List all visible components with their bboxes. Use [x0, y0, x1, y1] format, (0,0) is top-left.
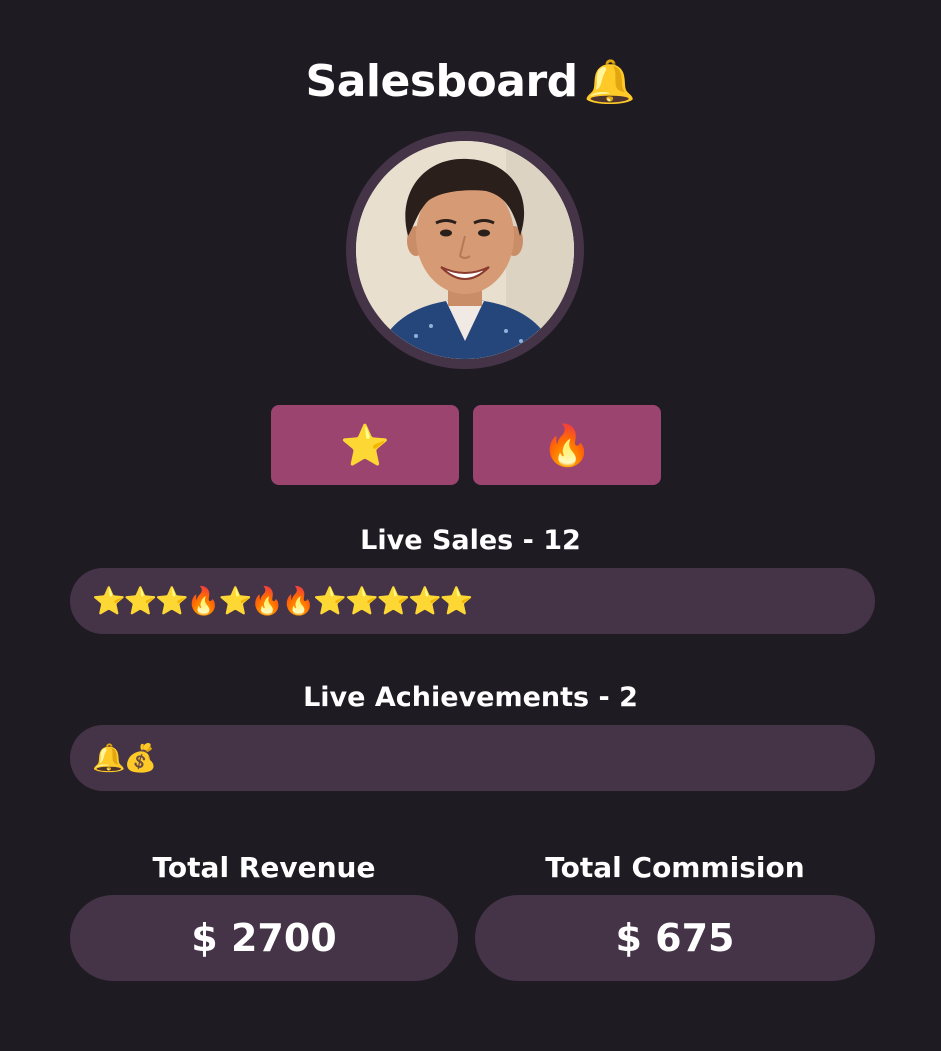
avatar-frame — [346, 131, 584, 369]
live-sales-icons: ⭐⭐⭐🔥⭐🔥🔥⭐⭐⭐⭐⭐ — [92, 586, 473, 617]
total-commission-value: $ 675 — [615, 916, 735, 960]
total-revenue-box: $ 2700 — [70, 895, 458, 981]
bell-icon: 🔔 — [583, 57, 636, 106]
total-commission-box: $ 675 — [475, 895, 875, 981]
avatar-portrait — [356, 141, 574, 359]
page-title: Salesboard 🔔 — [0, 52, 941, 112]
star-icon: ⭐ — [340, 422, 390, 469]
total-commission-label: Total Commision — [545, 851, 805, 884]
live-achievements-heading: Live Achievements - 2 — [303, 682, 638, 713]
title-text: Salesboard — [305, 56, 579, 107]
salesboard-page: Salesboard 🔔 ⭐ 🔥 Live Sales - 12 ⭐⭐⭐🔥⭐🔥🔥… — [0, 0, 941, 1051]
live-achievements-icons: 🔔💰 — [92, 743, 157, 774]
star-button[interactable]: ⭐ — [271, 405, 459, 485]
live-sales-bar: ⭐⭐⭐🔥⭐🔥🔥⭐⭐⭐⭐⭐ — [70, 568, 875, 634]
avatar — [356, 141, 574, 359]
live-sales-heading: Live Sales - 12 — [360, 525, 581, 556]
total-revenue-value: $ 2700 — [191, 916, 337, 960]
live-achievements-bar: 🔔💰 — [70, 725, 875, 791]
fire-button[interactable]: 🔥 — [473, 405, 661, 485]
fire-icon: 🔥 — [542, 422, 592, 469]
total-revenue-label: Total Revenue — [152, 851, 376, 884]
